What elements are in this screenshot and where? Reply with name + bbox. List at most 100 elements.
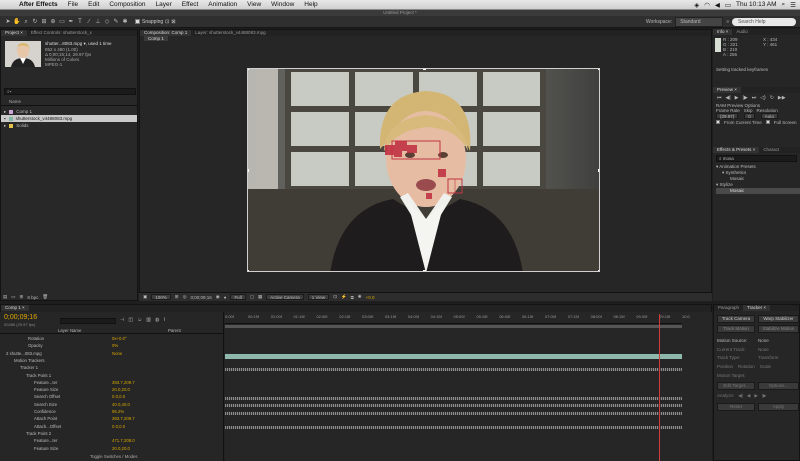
transform-handle[interactable]	[423, 270, 426, 271]
project-item-comp[interactable]: ▸ Comp 1	[1, 108, 137, 115]
comp-subtab[interactable]: Comp 1	[144, 36, 168, 41]
loop-icon[interactable]: ↻	[770, 95, 774, 101]
column-parent[interactable]: Parent	[168, 328, 181, 333]
timeline-row[interactable]: Attach Point 393.7,209.7	[0, 416, 224, 422]
toggle-switches-modes[interactable]: Toggle Switches / Modes	[90, 454, 138, 459]
timeline-property-value[interactable]: 95.2%	[112, 409, 124, 415]
frame-blending-icon[interactable]: ▥	[146, 317, 151, 323]
clone-tool-icon[interactable]: ⊥	[94, 18, 102, 26]
search-help-input[interactable]: Search Help	[732, 17, 796, 26]
transform-handle[interactable]	[423, 69, 426, 70]
workspace-dropdown[interactable]: Standard	[675, 16, 724, 27]
camera-icon[interactable]: ◉	[216, 294, 220, 300]
selection-tool-icon[interactable]: ➤	[4, 18, 12, 26]
interpret-footage-icon[interactable]: ▤	[3, 294, 7, 300]
menu-file[interactable]: File	[63, 1, 83, 8]
views-dropdown[interactable]: 1 View	[307, 294, 330, 300]
new-folder-icon[interactable]: ▭	[11, 294, 15, 300]
timeline-property-value[interactable]: 0%	[112, 343, 118, 349]
transform-handle[interactable]	[598, 69, 599, 70]
timeline-property-value[interactable]: 393.7,209.7	[112, 416, 135, 422]
play-icon[interactable]: ▶	[735, 95, 739, 101]
mute-icon[interactable]: ◁)	[760, 95, 766, 101]
camera-dropdown[interactable]: Active Camera	[266, 294, 304, 300]
timeline-row[interactable]: Attach...Offset 0.0,0.0	[0, 424, 224, 430]
first-frame-icon[interactable]: ⏮	[717, 95, 722, 101]
scale-checkbox[interactable]: Scale	[760, 364, 771, 369]
comp-timecode[interactable]: 0;00;09;16	[191, 295, 212, 300]
column-name[interactable]: Name	[1, 99, 21, 104]
menu-composition[interactable]: Composition	[104, 1, 150, 8]
menu-view[interactable]: View	[242, 1, 266, 8]
timeline-row[interactable]: Feature...ter 471.7,208.0	[0, 438, 224, 444]
rectangle-tool-icon[interactable]: ▭	[58, 18, 66, 26]
timeline-row[interactable]: 2 shutte...083.mpg None	[0, 351, 224, 357]
exposure-value[interactable]: +0.0	[366, 295, 375, 300]
layer-duration-bar[interactable]	[225, 354, 682, 359]
analyze-back-frame-icon[interactable]: ◀|	[738, 393, 743, 399]
reset-button[interactable]: Reset	[717, 403, 755, 411]
workspace-menu-icon[interactable]: »	[726, 19, 729, 25]
current-time-indicator[interactable]	[659, 314, 661, 461]
analyze-backward-icon[interactable]: ◀	[747, 393, 750, 399]
frame-rate-dropdown[interactable]: (29.97)	[716, 113, 739, 119]
project-item-footage[interactable]: ▪ shutterstock_v4488083.mpg	[1, 115, 137, 122]
column-layer-name[interactable]: Layer Name	[58, 328, 81, 333]
tab-effects-presets[interactable]: Effects & Presets ×	[713, 147, 760, 153]
warp-stabilizer-button[interactable]: Warp Stabilizer	[758, 315, 799, 323]
ram-preview-icon[interactable]: ▶▶	[778, 95, 786, 101]
current-track-dropdown[interactable]: None	[758, 347, 769, 352]
tree-mosaic-effect[interactable]: Mosaic	[716, 188, 800, 194]
timeline-property-value[interactable]: 0x+0.0°	[112, 336, 127, 342]
type-tool-icon[interactable]: T	[76, 18, 84, 26]
resolution-dropdown[interactable]: Auto	[760, 113, 779, 119]
menu-animation[interactable]: Animation	[203, 1, 242, 8]
composition-viewer[interactable]	[247, 68, 600, 272]
timeline-property-value[interactable]: 471.7,208.0	[112, 438, 135, 444]
timeline-row[interactable]: Rotation 0x+0.0°	[0, 336, 224, 342]
options-button[interactable]: Options...	[758, 382, 799, 390]
timeline-row[interactable]: Track Point 2	[0, 431, 224, 437]
transform-handle[interactable]	[248, 69, 249, 70]
keyframe-line[interactable]	[225, 367, 682, 371]
timeline-row[interactable]: Motion Trackers	[0, 358, 224, 364]
toggle-pixel-icon[interactable]: ⊡	[333, 294, 337, 300]
tab-preview[interactable]: Preview ×	[713, 87, 741, 93]
graph-editor-icon[interactable]: ⌇	[163, 317, 165, 323]
timeline-timecode[interactable]: 0;00;09;16	[4, 314, 37, 321]
roto-tool-icon[interactable]: ✎	[112, 18, 120, 26]
channel-icon[interactable]: ●	[224, 295, 227, 300]
puppet-tool-icon[interactable]: ✱	[121, 18, 129, 26]
new-comp-icon[interactable]: ⊞	[20, 294, 24, 300]
track-type-dropdown[interactable]: Transform	[758, 355, 778, 360]
motion-blur-icon[interactable]: ◍	[155, 317, 159, 323]
tab-info[interactable]: Info ×	[713, 29, 733, 35]
keyframe-line[interactable]	[225, 397, 682, 400]
timeline-property-value[interactable]: 0.0,0.0	[112, 394, 125, 400]
timeline-property-value[interactable]: 393.7,209.7	[112, 380, 135, 386]
skip-dropdown[interactable]: 0	[744, 113, 755, 119]
clock[interactable]: Thu 10:13 AM	[736, 1, 776, 8]
always-preview-icon[interactable]: ▣	[143, 294, 147, 300]
project-search-input[interactable]: ⌕▾	[4, 88, 136, 95]
battery-icon[interactable]: ▭	[725, 1, 731, 9]
trash-icon[interactable]: 🗑	[42, 294, 48, 300]
keyframe-line[interactable]	[225, 411, 682, 415]
time-ruler[interactable]: 0:00f 00:15f 01:00f 01:15f 02:00f 02:15f 03:00…	[225, 314, 690, 324]
snapshot-icon[interactable]: ◎	[183, 294, 187, 300]
menu-effect[interactable]: Effect	[177, 1, 204, 8]
timeline-row[interactable]: Tracker 1	[0, 365, 224, 371]
track-motion-button[interactable]: Track Motion	[717, 325, 755, 333]
safe-margins-icon[interactable]: ⊞	[175, 294, 179, 300]
pan-behind-tool-icon[interactable]: ⊕	[49, 18, 57, 26]
rotate-tool-icon[interactable]: ↻	[31, 18, 39, 26]
from-current-checkbox[interactable]	[716, 120, 720, 124]
next-frame-icon[interactable]: |▶	[743, 95, 748, 101]
timeline-row[interactable]: Opacity 0%	[0, 343, 224, 349]
menu-app-name[interactable]: After Effects	[14, 1, 63, 8]
tab-audio[interactable]: Audio	[732, 29, 752, 35]
timeline-property-value[interactable]: 20.0,20.0	[112, 387, 130, 393]
snap-icon-2[interactable]: ⊠	[171, 19, 175, 25]
timeline-row[interactable]: Confidence 95.2%	[0, 409, 224, 415]
brush-tool-icon[interactable]: ∕	[85, 18, 93, 26]
